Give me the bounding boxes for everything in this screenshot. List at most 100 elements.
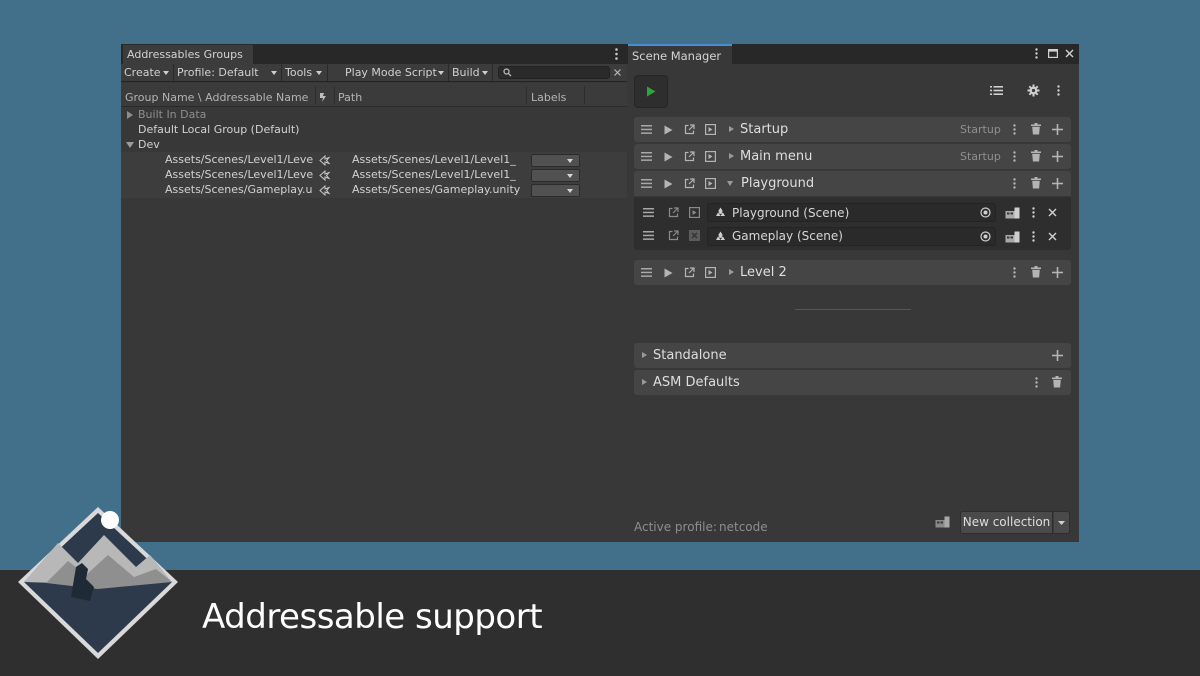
tab-scene-manager[interactable]: Scene Manager (628, 44, 732, 65)
clear-search-icon[interactable] (611, 65, 623, 79)
close-icon[interactable] (1062, 46, 1076, 60)
drag-handle-icon[interactable] (642, 229, 655, 242)
labels-dropdown[interactable] (531, 154, 580, 167)
trash-icon[interactable] (1051, 375, 1063, 389)
open-additive-icon[interactable] (704, 123, 717, 136)
open-external-icon[interactable] (683, 177, 696, 190)
plus-icon[interactable] (1051, 266, 1063, 278)
open-external-icon[interactable] (683, 150, 696, 163)
column-labels[interactable]: Labels (531, 91, 566, 104)
plus-icon[interactable] (1051, 349, 1063, 361)
collection-row-main-menu[interactable]: Main menu Startup (634, 144, 1071, 169)
tools-dropdown[interactable]: Tools (282, 64, 328, 81)
object-picker-icon[interactable] (979, 230, 992, 243)
expand-arrow-icon[interactable] (729, 269, 734, 275)
play-button[interactable] (634, 75, 668, 108)
open-external-icon[interactable] (683, 123, 696, 136)
entry-name[interactable]: Assets/Scenes/Gameplay.u (165, 183, 312, 197)
column-separator[interactable] (526, 86, 527, 104)
drag-handle-icon[interactable] (640, 123, 653, 136)
entry-path: Assets/Scenes/Level1/Level1_ (352, 153, 516, 166)
gear-icon[interactable] (1025, 82, 1041, 98)
play-collection-icon[interactable] (662, 177, 675, 190)
tree-item-dev[interactable]: Dev (138, 138, 160, 152)
drag-handle-icon[interactable] (642, 206, 655, 219)
kebab-menu-icon[interactable] (610, 46, 622, 62)
build-dropdown[interactable]: Build (449, 64, 493, 81)
scene-loader-icon[interactable] (933, 514, 951, 530)
maximize-icon[interactable] (1046, 46, 1060, 60)
kebab-menu-icon[interactable] (1010, 266, 1018, 279)
drag-handle-icon[interactable] (640, 150, 653, 163)
column-separator[interactable] (334, 86, 335, 104)
open-additive-icon[interactable] (688, 206, 701, 219)
plus-icon[interactable] (1051, 123, 1063, 135)
new-collection-button[interactable]: New collection (960, 511, 1053, 534)
tab-addressables-groups[interactable]: Addressables Groups (123, 45, 253, 65)
plus-icon[interactable] (1051, 150, 1063, 162)
active-profile-value[interactable]: netcode (719, 520, 768, 534)
object-picker-icon[interactable] (979, 206, 992, 219)
create-dropdown[interactable]: Create (121, 64, 174, 81)
kebab-menu-icon[interactable] (1010, 150, 1018, 163)
trash-icon[interactable] (1030, 122, 1042, 136)
remove-icon[interactable] (1046, 230, 1058, 243)
trash-icon[interactable] (1030, 149, 1042, 163)
expand-arrow-icon[interactable] (729, 153, 734, 159)
play-collection-icon[interactable] (662, 150, 675, 163)
kebab-menu-icon[interactable] (1010, 177, 1018, 190)
collection-row-level-2[interactable]: Level 2 (634, 260, 1071, 285)
play-collection-icon[interactable] (662, 123, 675, 136)
collection-title: ASM Defaults (653, 375, 740, 390)
collection-row-startup[interactable]: Startup Startup (634, 117, 1071, 142)
scene-loader-icon[interactable] (1004, 205, 1020, 220)
entry-name[interactable]: Assets/Scenes/Level1/Leve (165, 153, 313, 167)
kebab-menu-icon[interactable] (1029, 206, 1037, 219)
mountain-wolf-logo-icon (16, 505, 180, 667)
search-input[interactable] (498, 66, 610, 79)
expand-arrow-icon[interactable] (642, 379, 647, 385)
open-external-icon[interactable] (667, 206, 680, 219)
open-additive-icon[interactable] (704, 150, 717, 163)
remove-icon[interactable] (1046, 206, 1058, 219)
labels-dropdown[interactable] (531, 169, 580, 182)
collection-row-standalone[interactable]: Standalone (634, 343, 1071, 368)
play-mode-script-dropdown[interactable]: Play Mode Script (342, 64, 449, 81)
remove-scene-icon[interactable] (688, 229, 701, 242)
trash-icon[interactable] (1030, 265, 1042, 279)
kebab-menu-icon[interactable] (1032, 376, 1040, 389)
collection-tag: Startup (960, 123, 1001, 136)
kebab-menu-icon[interactable] (1054, 82, 1062, 98)
column-separator[interactable] (315, 86, 316, 104)
collection-row-playground[interactable]: Playground (634, 171, 1071, 196)
column-separator[interactable] (584, 86, 585, 104)
kebab-menu-icon[interactable] (1029, 230, 1037, 243)
expand-arrow-icon[interactable] (642, 352, 647, 358)
collection-row-asm-defaults[interactable]: ASM Defaults (634, 370, 1071, 395)
play-collection-icon[interactable] (662, 266, 675, 279)
expand-arrow-icon[interactable] (729, 126, 734, 132)
tree-item-built-in-data[interactable]: Built In Data (138, 108, 206, 122)
kebab-menu-icon[interactable] (1032, 46, 1040, 60)
drag-handle-icon[interactable] (640, 266, 653, 279)
kebab-menu-icon[interactable] (1010, 123, 1018, 136)
labels-dropdown[interactable] (531, 184, 580, 197)
scene-loader-icon[interactable] (1004, 229, 1020, 244)
tree-item-default-local-group[interactable]: Default Local Group (Default) (138, 123, 299, 137)
column-path[interactable]: Path (338, 91, 362, 104)
profile-dropdown[interactable]: Profile: Default (174, 64, 282, 81)
list-view-icon[interactable] (988, 82, 1004, 98)
triangle-right-icon[interactable] (127, 111, 133, 119)
entry-name[interactable]: Assets/Scenes/Level1/Leve (165, 168, 313, 182)
plus-icon[interactable] (1051, 177, 1063, 189)
drag-handle-icon[interactable] (640, 177, 653, 190)
trash-icon[interactable] (1030, 176, 1042, 190)
open-additive-icon[interactable] (704, 177, 717, 190)
open-additive-icon[interactable] (704, 266, 717, 279)
open-external-icon[interactable] (683, 266, 696, 279)
new-collection-dropdown[interactable] (1053, 511, 1070, 534)
triangle-down-icon[interactable] (126, 142, 134, 148)
column-group-name[interactable]: Group Name \ Addressable Name (125, 91, 308, 104)
open-external-icon[interactable] (667, 229, 680, 242)
collapse-arrow-icon[interactable] (727, 181, 733, 186)
